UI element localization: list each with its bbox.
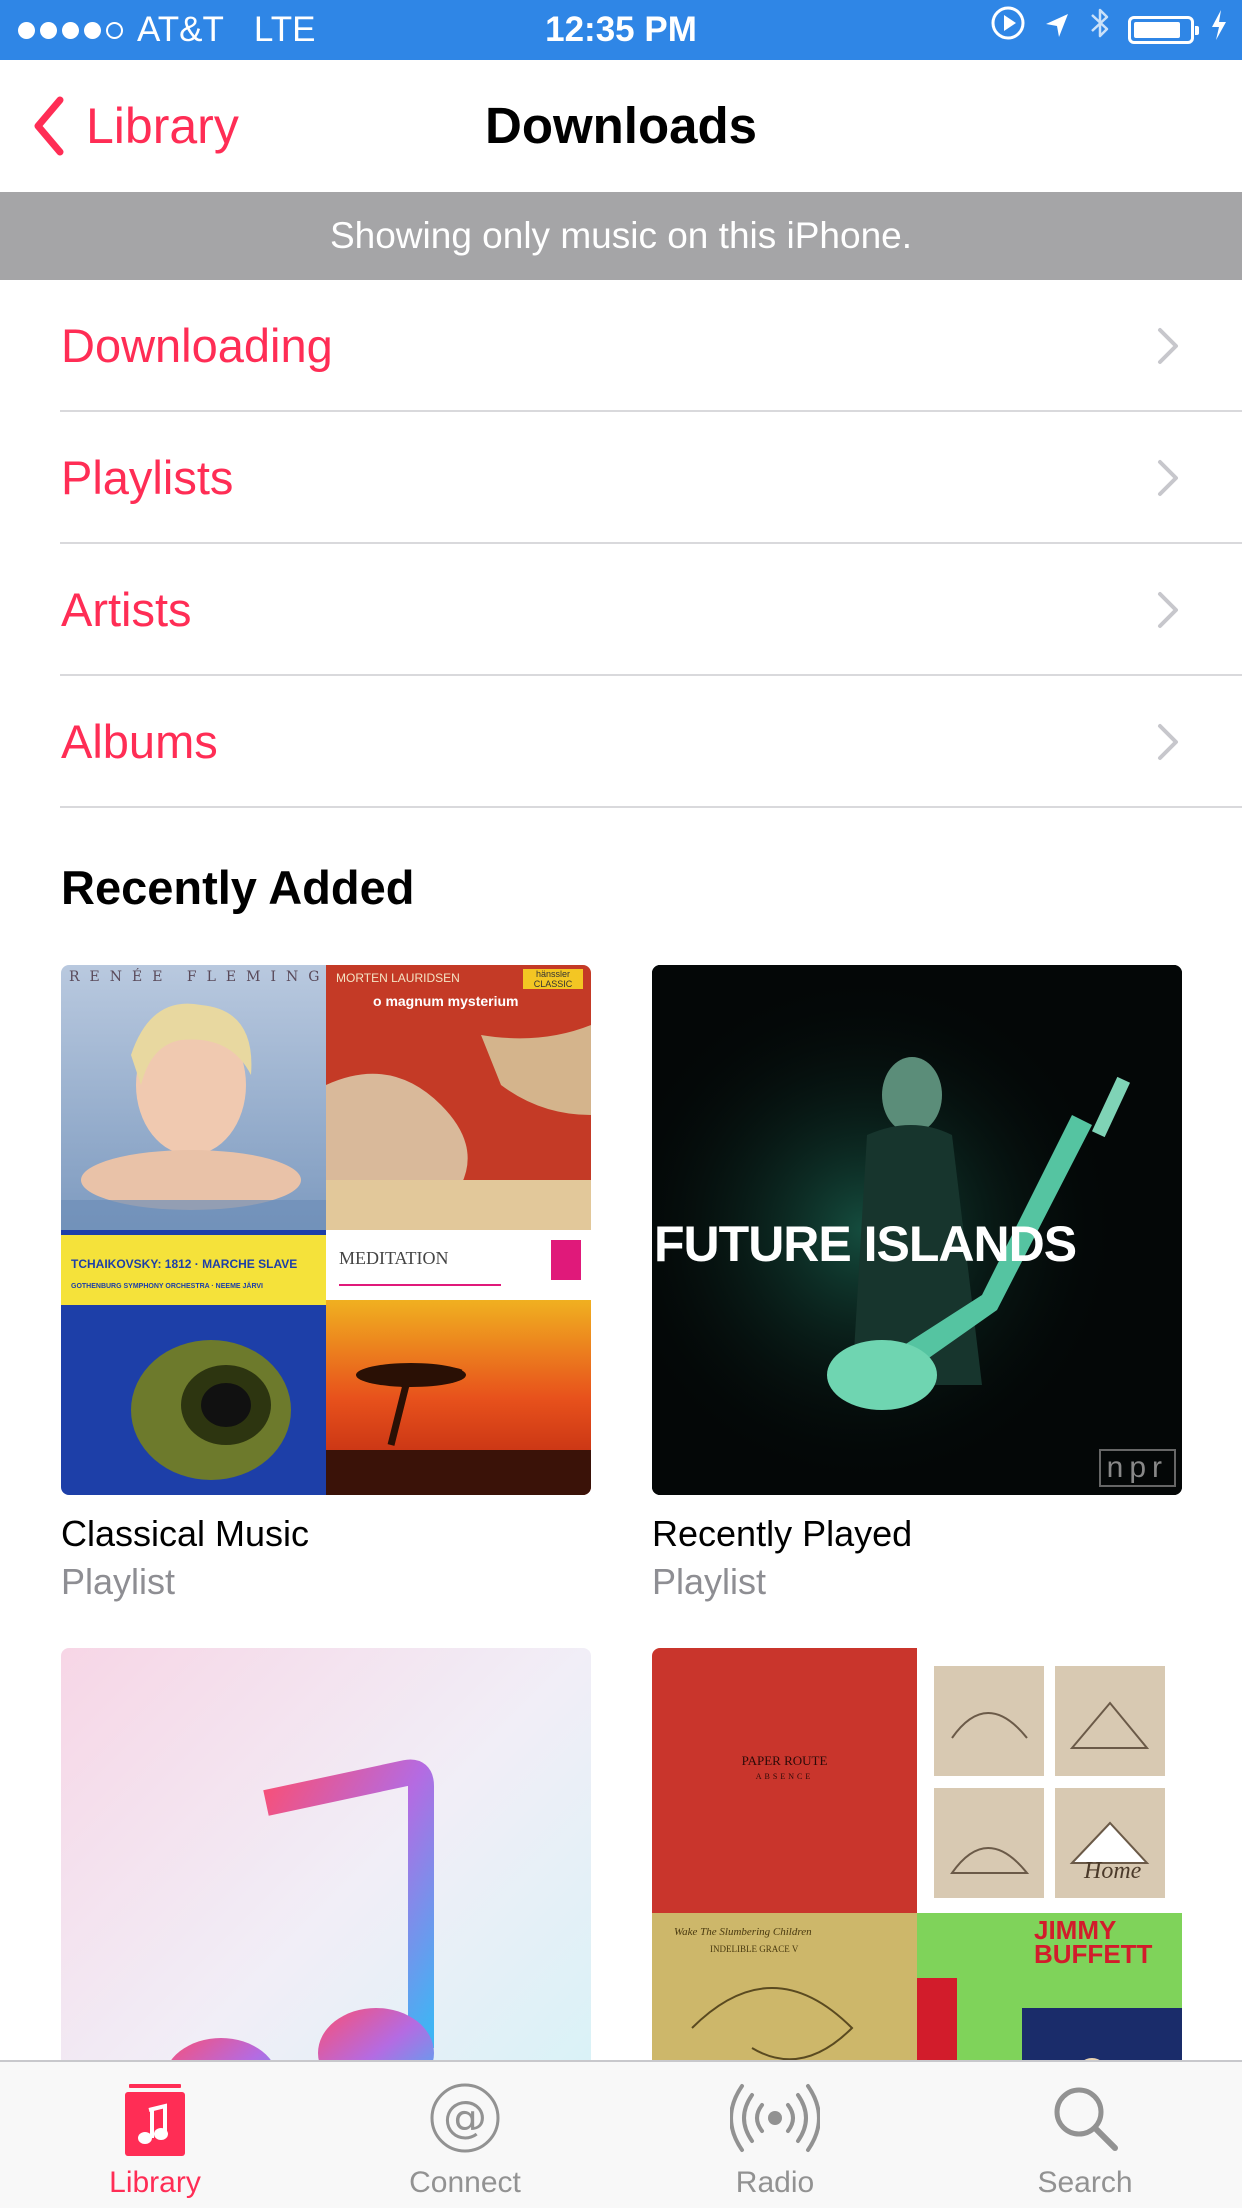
album-text-absence: ABSENCE bbox=[755, 1772, 814, 1781]
card-title: Recently Played bbox=[652, 1513, 913, 1554]
charging-bolt-icon bbox=[1210, 0, 1228, 60]
tab-search[interactable]: Search bbox=[930, 2062, 1240, 2208]
tab-radio[interactable]: Radio bbox=[620, 2062, 930, 2208]
search-icon bbox=[930, 2082, 1240, 2154]
chevron-right-icon bbox=[1158, 328, 1178, 364]
tab-connect[interactable]: @ Connect bbox=[310, 2062, 620, 2208]
album-text-indelible: INDELIBLE GRACE V bbox=[710, 1944, 799, 1954]
album-text-paper-route: PAPER ROUTE bbox=[741, 1753, 828, 1768]
filter-banner: Showing only music on this iPhone. bbox=[0, 192, 1242, 280]
npr-logo: npr bbox=[1098, 1449, 1176, 1487]
tab-label: Search bbox=[1037, 2166, 1133, 2199]
menu-item-label: Downloading bbox=[61, 319, 333, 372]
album-text-gothenburg: GOTHENBURG SYMPHONY ORCHESTRA · NEEME JÄ… bbox=[71, 1283, 264, 1290]
at-sign-icon: @ bbox=[310, 2082, 620, 2154]
album-text-renee-fleming: RENÉE FLEMING bbox=[69, 969, 330, 985]
library-icon bbox=[0, 2082, 310, 2158]
page-title: Downloads bbox=[484, 97, 757, 154]
album-text-future-islands: FUTURE ISLANDS bbox=[654, 1216, 1077, 1272]
battery-icon bbox=[1128, 16, 1199, 44]
menu-item-label: Playlists bbox=[61, 451, 234, 504]
album-text-wake: Wake The Slumbering Children bbox=[674, 1926, 812, 1938]
status-bar: AT&T LTE 12:35 PM bbox=[0, 0, 1242, 60]
navigation-bar: Library Downloads bbox=[0, 60, 1242, 192]
menu-item-albums[interactable]: Albums bbox=[0, 676, 1242, 808]
album-badge-hanssler: hänssler CLASSIC bbox=[523, 969, 583, 989]
chevron-right-icon bbox=[1158, 460, 1178, 496]
chevron-right-icon bbox=[1158, 724, 1178, 760]
card-title: Classical Music bbox=[61, 1513, 310, 1554]
card-subtitle: Playlist bbox=[61, 1561, 176, 1602]
music-note-icon bbox=[61, 1648, 62, 1649]
album-text-jimmy-buffett: JIMMY BUFFETT bbox=[1034, 1915, 1153, 1969]
bluetooth-icon bbox=[1088, 0, 1112, 60]
album-text-meditation: MEDITATION bbox=[339, 1248, 449, 1268]
battery-fill bbox=[1134, 22, 1180, 38]
playlist-artwork: RENÉE FLEMING MORTEN LAURIDSEN o magnum … bbox=[61, 965, 591, 1495]
downloads-screen: AT&T LTE 12:35 PM Library Downloads Show… bbox=[0, 0, 1242, 2208]
location-arrow-icon bbox=[1042, 0, 1072, 60]
menu-item-playlists[interactable]: Playlists bbox=[0, 412, 1242, 544]
playlist-artwork: FUTURE ISLANDS npr bbox=[652, 965, 1182, 1495]
tab-label: Library bbox=[109, 2166, 201, 2199]
card-subtitle: Playlist bbox=[652, 1561, 767, 1602]
menu-item-label: Artists bbox=[61, 583, 192, 636]
playlist-card-albums-collage[interactable]: PAPER ROUTE ABSENCE Home Wake The Slumbe… bbox=[652, 1648, 1182, 2178]
tab-library[interactable]: Library bbox=[0, 2062, 310, 2208]
play-circle-icon bbox=[990, 0, 1026, 60]
playlist-card-classical-music[interactable]: RENÉE FLEMING MORTEN LAURIDSEN o magnum … bbox=[61, 965, 591, 1615]
svg-text:@: @ bbox=[443, 2092, 487, 2143]
status-right bbox=[990, 0, 1228, 60]
downloads-menu: Downloading Playlists Artists Albums bbox=[0, 280, 1242, 808]
tab-label: Radio bbox=[735, 2166, 815, 2199]
album-text-tchaikovsky: TCHAIKOVSKY: 1812 · MARCHE SLAVE bbox=[71, 1257, 298, 1271]
album-text-home: Home bbox=[1084, 1858, 1142, 1884]
menu-item-label: Albums bbox=[61, 715, 218, 768]
playlist-card-recently-played[interactable]: FUTURE ISLANDS npr Recently Played Playl… bbox=[652, 965, 1182, 1615]
chevron-right-icon bbox=[1158, 592, 1178, 628]
album-text-magnum: o magnum mysterium bbox=[373, 993, 519, 1009]
tab-bar: Library @ Connect Radio Search bbox=[0, 2060, 1242, 2208]
tab-label: Connect bbox=[409, 2166, 521, 2199]
album-text-lauridsen: MORTEN LAURIDSEN bbox=[336, 971, 460, 985]
divider bbox=[60, 806, 1242, 808]
playlist-card-music-icon[interactable] bbox=[61, 1648, 591, 2178]
section-title-recently-added: Recently Added bbox=[61, 861, 415, 914]
menu-item-artists[interactable]: Artists bbox=[0, 544, 1242, 676]
menu-item-downloading[interactable]: Downloading bbox=[0, 280, 1242, 412]
radio-icon bbox=[620, 2082, 930, 2154]
